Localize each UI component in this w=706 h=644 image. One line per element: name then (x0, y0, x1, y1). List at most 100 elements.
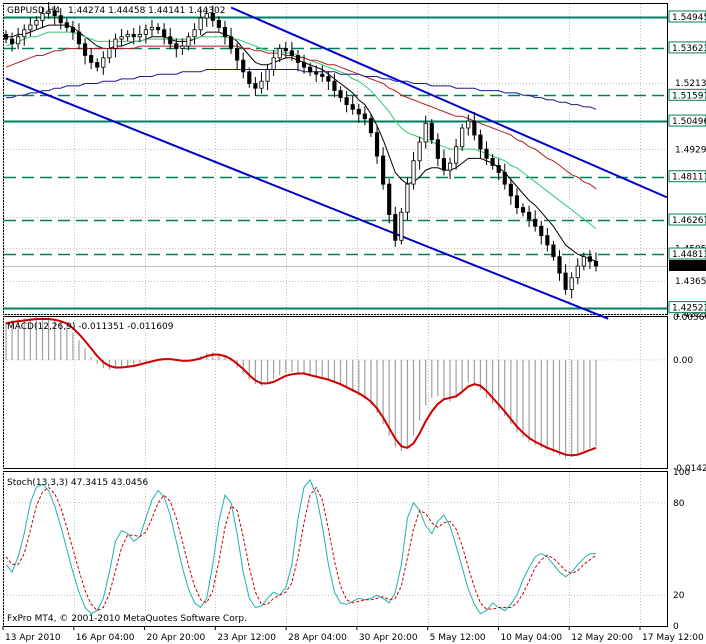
candle-body (22, 29, 27, 38)
candle-body (478, 134, 483, 150)
candle-body (520, 207, 526, 213)
candle-body (137, 34, 142, 38)
candle-body (271, 57, 276, 70)
candle-body (186, 36, 191, 47)
time-axis-tick-label: 17 May 12:00 (642, 633, 704, 643)
stoch-axis-tick-label: 80 (673, 499, 685, 509)
candle-body (10, 38, 15, 45)
candle-body (198, 17, 203, 31)
time-axis-tick-label: 13 Apr 2010 (5, 633, 61, 643)
candle-body (460, 127, 465, 148)
time-axis-tick-label: 23 Apr 12:00 (217, 633, 276, 643)
candle-body (247, 71, 252, 84)
candle-body (387, 183, 392, 215)
ohlc-values: 1.44274 1.44458 1.44141 1.44302 (68, 6, 225, 16)
candle-body (454, 146, 459, 164)
candle-body (76, 31, 82, 45)
candle-body (113, 38, 118, 49)
stoch-panel-frame (3, 471, 668, 627)
candle-body (484, 148, 489, 159)
price-level-tag: 1.46267 (672, 216, 706, 226)
candle-body (587, 256, 592, 262)
watermark: FxPro MT4, © 2001-2010 MetaQuotes Softwa… (7, 614, 247, 624)
candle-body (381, 155, 386, 185)
stoch-axis-tick-label: 0 (673, 622, 679, 632)
candle-body (338, 90, 343, 98)
price-axis-tick-label: 1.49290 (675, 145, 706, 155)
candle-body (405, 183, 410, 213)
candle-body (502, 172, 507, 185)
candle-body (28, 24, 33, 31)
price-axis-tick-label: 1.43650 (675, 277, 706, 287)
candle-body (332, 80, 337, 91)
candle-body (265, 69, 270, 82)
candle-body (253, 83, 258, 89)
candle-body (149, 26, 155, 31)
price-level-tag: 1.44813 (672, 250, 706, 260)
candle-body (277, 48, 282, 59)
price-level-tag: 1.48117 (672, 173, 706, 183)
candle-body (490, 158, 495, 166)
candle-body (575, 265, 580, 279)
candle-body (301, 62, 307, 68)
candle-body (101, 57, 106, 68)
candle-body (192, 29, 197, 38)
candle-body (557, 256, 562, 274)
time-axis-tick-label: 28 Apr 04:00 (288, 633, 347, 643)
candle-body (143, 29, 148, 35)
candle-body (64, 22, 69, 28)
price-level-tag: 1.50496 (672, 117, 706, 127)
macd-panel-frame (3, 316, 668, 469)
candle-body (89, 55, 94, 63)
candle-body (514, 195, 520, 208)
candle-body (429, 122, 434, 141)
price-level-tag: 1.51597 (672, 91, 706, 101)
candle-body (131, 34, 136, 38)
candle-body (356, 108, 361, 115)
candle-body (259, 80, 264, 89)
candle-body (16, 36, 21, 45)
candle-body (545, 235, 550, 246)
time-axis-tick-label: 5 May 12:00 (430, 633, 486, 643)
candle-body (423, 122, 428, 143)
candle-body (447, 162, 453, 171)
time-axis-tick-label: 20 Apr 20:00 (147, 633, 206, 643)
candle-body (508, 183, 513, 197)
stoch-axis-tick-label: 100 (673, 468, 690, 478)
candle-body (228, 36, 234, 49)
candle-body (70, 26, 75, 33)
candle-body (107, 48, 112, 59)
candle-body (3, 34, 9, 40)
candle-body (581, 256, 586, 267)
candle-body (216, 19, 221, 28)
candle-body (162, 29, 167, 38)
candle-body (222, 26, 228, 38)
candle-body (34, 19, 39, 26)
candle-body (168, 36, 173, 45)
stoch-header: Stoch(13,3,3) 47.3415 43.0456 (7, 478, 148, 488)
candle-body (362, 113, 367, 120)
candle-body (95, 62, 100, 68)
macd-axis-tick-label: 0.00566 (673, 313, 706, 323)
candle-body (368, 118, 374, 134)
candle-body (393, 214, 398, 241)
candle-body (289, 50, 294, 56)
candle-body (399, 211, 404, 241)
candle-body (82, 43, 88, 56)
candle-body (119, 36, 124, 40)
symbol-header: GBPUSD,H4 (7, 6, 60, 16)
candle-body (533, 218, 538, 227)
candle-body (563, 272, 568, 290)
price-level-tag: 1.54945 (672, 13, 706, 23)
candle-body (350, 104, 355, 110)
candle-body (435, 139, 440, 159)
candle-body (344, 97, 349, 106)
trading-chart[interactable]: 1.521301.492901.464001.450501.436501.422… (0, 0, 706, 644)
candle-body (374, 132, 380, 157)
candle-body (155, 26, 161, 31)
candle-body (411, 160, 416, 185)
candle-body (569, 277, 574, 290)
candle-body (441, 158, 447, 171)
candle-body (417, 141, 422, 162)
candle-body (527, 211, 532, 220)
